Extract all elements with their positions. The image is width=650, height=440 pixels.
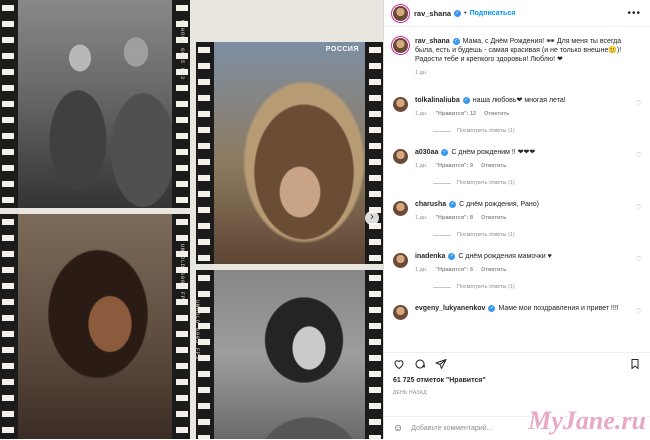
verified-badge-icon: ✓ bbox=[452, 37, 460, 45]
comment-username[interactable]: tolkalinaliuba bbox=[415, 97, 460, 104]
site-watermark: MyJane.ru bbox=[528, 406, 646, 435]
comment-time: 1 дн. bbox=[415, 163, 428, 169]
like-comment-icon[interactable]: ♡ bbox=[636, 307, 642, 315]
comment-text: Маме мои поздравления и привет !!!! bbox=[498, 305, 619, 312]
comment-time: 1 дн. bbox=[415, 215, 428, 221]
view-replies-button[interactable]: Посмотреть ответы (1) bbox=[433, 232, 642, 238]
post-actions: 61 725 отметок "Нравится" ДЕНЬ НАЗАД bbox=[384, 352, 650, 396]
emoji-icon[interactable]: ☺ bbox=[393, 423, 403, 434]
bookmark-icon[interactable] bbox=[629, 358, 641, 370]
verified-badge-icon: ✓ bbox=[449, 200, 457, 208]
film-edge-text: UNHOLD 6005 FP3 bbox=[179, 244, 185, 305]
verified-badge-icon: ✓ bbox=[454, 9, 462, 17]
comment-likes[interactable]: "Нравится": 9 bbox=[435, 163, 473, 169]
comments-list[interactable]: rav_shana ✓ Мама, с Днём Рождения! 🕶 Для м… bbox=[384, 27, 650, 352]
comment-username[interactable]: charusha bbox=[415, 201, 446, 208]
comment-username[interactable]: evgeny_lukyanenkov bbox=[415, 305, 485, 312]
film-photo-3: UNHOLD 6005 FP3 bbox=[0, 214, 190, 439]
tv-channel-logo: РОССИЯ bbox=[325, 46, 359, 53]
post-side-panel: rav_shana ✓ • Подписаться ••• rav_shana ✓… bbox=[383, 0, 650, 439]
comment-item: evgeny_lukyanenkov ✓ Маме мои поздравления… bbox=[393, 304, 642, 320]
likes-count[interactable]: 61 725 отметок "Нравится" bbox=[393, 377, 641, 384]
film-photo-1: UNHOLD 6005 FP3 bbox=[0, 0, 190, 208]
reply-button[interactable]: Ответить bbox=[481, 163, 506, 169]
comment-time: 1 дн. bbox=[415, 267, 428, 273]
film-photo-4: UNHOLD 6005 FP3 bbox=[196, 270, 383, 439]
comment-username[interactable]: a030aa bbox=[415, 149, 438, 156]
avatar[interactable] bbox=[393, 149, 408, 164]
like-comment-icon[interactable]: ♡ bbox=[636, 255, 642, 263]
comment-text: С днём рождения мамочки ♥ bbox=[458, 253, 552, 260]
follow-button[interactable]: Подписаться bbox=[470, 10, 516, 17]
verified-badge-icon: ✓ bbox=[488, 304, 496, 312]
post-date: ДЕНЬ НАЗАД bbox=[393, 390, 427, 396]
avatar[interactable] bbox=[393, 38, 408, 53]
like-comment-icon[interactable]: ♡ bbox=[636, 151, 642, 159]
comment-input[interactable]: Добавьте комментарий... bbox=[411, 425, 492, 432]
next-slide-button[interactable]: › bbox=[365, 211, 379, 225]
film-photo-2: РОССИЯ bbox=[196, 42, 383, 264]
comment-icon[interactable] bbox=[414, 358, 426, 370]
comment-text: наша любовь❤ многая лета! bbox=[472, 97, 566, 104]
author-username[interactable]: rav_shana bbox=[414, 9, 451, 18]
view-replies-button[interactable]: Посмотреть ответы (1) bbox=[433, 180, 642, 186]
like-comment-icon[interactable]: ♡ bbox=[636, 203, 642, 211]
avatar[interactable] bbox=[393, 253, 408, 268]
avatar[interactable] bbox=[393, 305, 408, 320]
more-options-icon[interactable]: ••• bbox=[627, 8, 641, 19]
comment-text: С днём рождения, Рано) bbox=[459, 201, 539, 208]
verified-badge-icon: ✓ bbox=[448, 252, 456, 260]
verified-badge-icon: ✓ bbox=[441, 148, 449, 156]
view-replies-button[interactable]: Посмотреть ответы (1) bbox=[433, 128, 642, 134]
like-heart-icon[interactable] bbox=[393, 358, 405, 370]
comment-item: charusha ✓ С днём рождения, Рано) 1 дн. "Нр… bbox=[393, 200, 642, 238]
reply-button[interactable]: Ответить bbox=[481, 215, 506, 221]
comment-item: tolkalinaliuba ✓ наша любовь❤ многая лета!… bbox=[393, 96, 642, 134]
comment-item: inadenka ✓ С днём рождения мамочки ♥ 1 дн.… bbox=[393, 252, 642, 290]
comment-likes[interactable]: "Нравится": 6 bbox=[435, 267, 473, 273]
reply-button[interactable]: Ответить bbox=[481, 267, 506, 273]
comment-item: a030aa ✓ С днём рожденим !! ❤❤❤ 1 дн. "Нрав… bbox=[393, 148, 642, 186]
post-header: rav_shana ✓ • Подписаться ••• bbox=[384, 0, 650, 27]
share-icon[interactable] bbox=[435, 358, 447, 370]
comment-time: 1 дн. bbox=[415, 111, 428, 117]
comment-username[interactable]: inadenka bbox=[415, 253, 445, 260]
comment-likes[interactable]: "Нравится": 8 bbox=[435, 215, 473, 221]
post-caption: rav_shana ✓ Мама, с Днём Рождения! 🕶 Для м… bbox=[393, 37, 642, 78]
comment-text: С днём рожденим !! ❤❤❤ bbox=[451, 149, 536, 156]
avatar[interactable] bbox=[393, 5, 408, 21]
avatar[interactable] bbox=[393, 97, 408, 112]
caption-time: 1 дн. bbox=[415, 70, 428, 76]
film-edge-text: UNHOLD 6005 FP3 bbox=[196, 300, 200, 361]
verified-badge-icon: ✓ bbox=[462, 96, 470, 104]
separator-dot: • bbox=[464, 9, 467, 17]
comment-likes[interactable]: "Нравится": 12 bbox=[435, 111, 476, 117]
like-comment-icon[interactable]: ♡ bbox=[636, 99, 642, 107]
post-media[interactable]: UNHOLD 6005 FP3 РОССИЯ UNHOLD 6005 FP3 U… bbox=[0, 0, 383, 439]
view-replies-button[interactable]: Посмотреть ответы (1) bbox=[433, 284, 642, 290]
reply-button[interactable]: Ответить bbox=[484, 111, 509, 117]
film-edge-text: UNHOLD 6005 FP3 bbox=[179, 20, 185, 81]
caption-username[interactable]: rav_shana bbox=[415, 38, 450, 45]
avatar[interactable] bbox=[393, 201, 408, 216]
